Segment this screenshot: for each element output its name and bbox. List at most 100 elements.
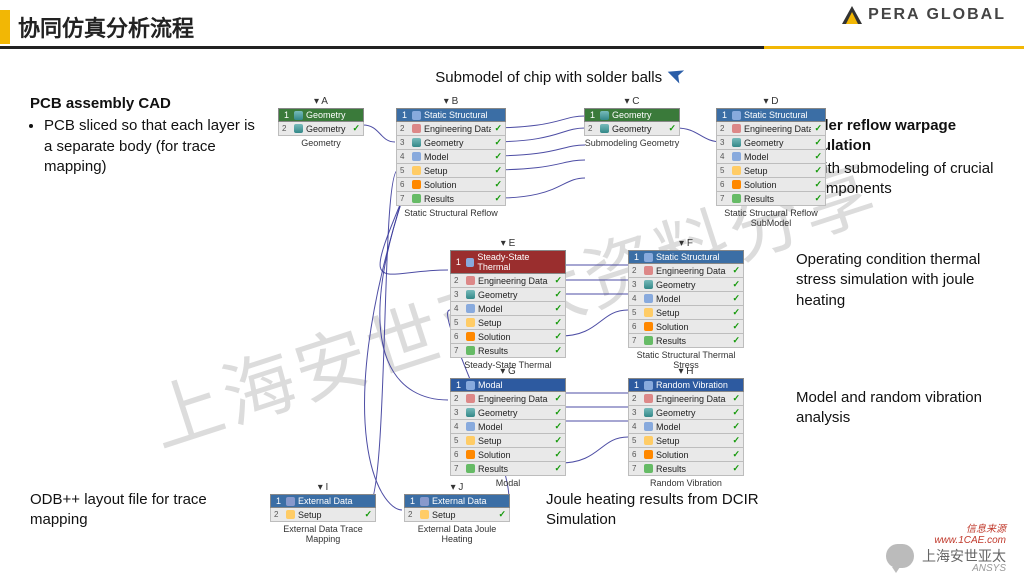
status-check-icon: ✓ bbox=[494, 179, 502, 190]
wb-header[interactable]: 1Static Structural bbox=[716, 108, 826, 122]
wb-header[interactable]: 1Random Vibration bbox=[628, 378, 744, 392]
cell-icon bbox=[644, 450, 653, 459]
wb-cell[interactable]: 3Geometry✓ bbox=[450, 406, 566, 420]
wb-cell[interactable]: 2Setup✓ bbox=[270, 508, 376, 522]
arrow-icon: ➤ bbox=[662, 58, 689, 92]
wb-cell[interactable]: 6Solution✓ bbox=[716, 178, 826, 192]
wb-cell[interactable]: 5Setup✓ bbox=[716, 164, 826, 178]
status-check-icon: ✓ bbox=[352, 123, 360, 134]
wb-cell[interactable]: 5Setup✓ bbox=[628, 434, 744, 448]
wb-caption: External Data Trace Mapping bbox=[270, 522, 376, 544]
cell-icon bbox=[420, 510, 429, 519]
wb-block-C[interactable]: ▾ C1Geometry2Geometry✓Submodeling Geomet… bbox=[584, 108, 680, 148]
wb-block-B[interactable]: ▾ B1Static Structural2Engineering Data✓3… bbox=[396, 108, 506, 218]
cell-icon bbox=[466, 332, 475, 341]
system-icon bbox=[294, 111, 303, 120]
wb-cell[interactable]: 4Model✓ bbox=[628, 292, 744, 306]
status-check-icon: ✓ bbox=[554, 317, 562, 328]
status-check-icon: ✓ bbox=[732, 293, 740, 304]
wb-cell[interactable]: 6Solution✓ bbox=[628, 320, 744, 334]
wb-cell-label: Setup bbox=[298, 510, 361, 520]
wb-col-letter: ▾ C bbox=[624, 96, 639, 107]
wb-caption: Random Vibration bbox=[628, 476, 744, 488]
wb-header[interactable]: 1Geometry bbox=[278, 108, 364, 122]
wb-header[interactable]: 1Modal bbox=[450, 378, 566, 392]
wb-cell[interactable]: 4Model✓ bbox=[628, 420, 744, 434]
status-check-icon: ✓ bbox=[814, 165, 822, 176]
wb-cell-label: Engineering Data bbox=[424, 124, 491, 134]
wb-header[interactable]: 1External Data bbox=[404, 494, 510, 508]
wb-block-J[interactable]: ▾ J1External Data2Setup✓External Data Jo… bbox=[404, 494, 510, 544]
wb-cell[interactable]: 7Results✓ bbox=[628, 334, 744, 348]
cell-icon bbox=[644, 266, 653, 275]
wb-cell[interactable]: 5Setup✓ bbox=[396, 164, 506, 178]
wb-cell[interactable]: 6Solution✓ bbox=[396, 178, 506, 192]
wb-block-E[interactable]: ▾ E1Steady-State Thermal2Engineering Dat… bbox=[450, 250, 566, 370]
wb-cell-label: Model bbox=[478, 304, 551, 314]
wb-cell[interactable]: 2Geometry✓ bbox=[584, 122, 680, 136]
status-check-icon: ✓ bbox=[554, 289, 562, 300]
wb-header-label: Geometry bbox=[306, 110, 346, 120]
wb-cell[interactable]: 7Results✓ bbox=[716, 192, 826, 206]
wb-cell[interactable]: 7Results✓ bbox=[450, 462, 566, 476]
wb-header[interactable]: 1Geometry bbox=[584, 108, 680, 122]
wb-cell[interactable]: 6Solution✓ bbox=[450, 330, 566, 344]
wb-cell[interactable]: 2Engineering Data✓ bbox=[628, 392, 744, 406]
wb-cell-label: Results bbox=[656, 336, 729, 346]
wb-cell[interactable]: 3Geometry✓ bbox=[450, 288, 566, 302]
wb-cell[interactable]: 6Solution✓ bbox=[450, 448, 566, 462]
wb-block-F[interactable]: ▾ F1Static Structural2Engineering Data✓3… bbox=[628, 250, 744, 370]
slide-title: 协同仿真分析流程 bbox=[18, 11, 194, 43]
wb-cell[interactable]: 3Geometry✓ bbox=[628, 278, 744, 292]
cell-icon bbox=[644, 408, 653, 417]
wb-header[interactable]: 1Steady-State Thermal bbox=[450, 250, 566, 274]
status-check-icon: ✓ bbox=[494, 137, 502, 148]
wb-cell[interactable]: 6Solution✓ bbox=[628, 448, 744, 462]
wb-block-H[interactable]: ▾ H1Random Vibration2Engineering Data✓3G… bbox=[628, 378, 744, 488]
cell-icon bbox=[732, 138, 741, 147]
wb-cell[interactable]: 7Results✓ bbox=[628, 462, 744, 476]
wb-cell[interactable]: 5Setup✓ bbox=[450, 316, 566, 330]
wb-cell[interactable]: 2Setup✓ bbox=[404, 508, 510, 522]
wb-cell[interactable]: 2Engineering Data✓ bbox=[396, 122, 506, 136]
wb-cell[interactable]: 3Geometry✓ bbox=[396, 136, 506, 150]
wb-cell-label: Setup bbox=[478, 318, 551, 328]
system-icon bbox=[286, 497, 295, 506]
wb-cell[interactable]: 4Model✓ bbox=[450, 302, 566, 316]
wb-block-G[interactable]: ▾ G1Modal2Engineering Data✓3Geometry✓4Mo… bbox=[450, 378, 566, 488]
wb-block-D[interactable]: ▾ D1Static Structural2Engineering Data✓3… bbox=[716, 108, 826, 228]
wb-cell[interactable]: 2Engineering Data✓ bbox=[450, 392, 566, 406]
cell-icon bbox=[644, 464, 653, 473]
wb-header[interactable]: 1Static Structural bbox=[628, 250, 744, 264]
wb-block-A[interactable]: ▾ A1Geometry2Geometry✓Geometry bbox=[278, 108, 364, 148]
cell-icon bbox=[466, 436, 475, 445]
wb-cell[interactable]: 2Geometry✓ bbox=[278, 122, 364, 136]
wb-cell-label: Model bbox=[656, 294, 729, 304]
wb-cell[interactable]: 7Results✓ bbox=[396, 192, 506, 206]
wb-cell[interactable]: 2Engineering Data✓ bbox=[716, 122, 826, 136]
wb-header[interactable]: 1Static Structural bbox=[396, 108, 506, 122]
wb-cell-label: Model bbox=[744, 152, 811, 162]
wb-header[interactable]: 1External Data bbox=[270, 494, 376, 508]
wb-cell[interactable]: 2Engineering Data✓ bbox=[628, 264, 744, 278]
wb-cell[interactable]: 7Results✓ bbox=[450, 344, 566, 358]
cell-icon bbox=[466, 346, 475, 355]
wb-cell[interactable]: 5Setup✓ bbox=[628, 306, 744, 320]
wb-cell[interactable]: 3Geometry✓ bbox=[716, 136, 826, 150]
cell-icon bbox=[286, 510, 295, 519]
cell-icon bbox=[732, 166, 741, 175]
wb-cell[interactable]: 3Geometry✓ bbox=[628, 406, 744, 420]
wb-header-label: Static Structural bbox=[424, 110, 488, 120]
annotation-odb: ODB++ layout file for trace mapping bbox=[30, 490, 240, 531]
cell-icon bbox=[466, 318, 475, 327]
wb-cell[interactable]: 2Engineering Data✓ bbox=[450, 274, 566, 288]
wb-cell[interactable]: 4Model✓ bbox=[716, 150, 826, 164]
cell-icon bbox=[466, 304, 475, 313]
title-bar: 协同仿真分析流程 bbox=[0, 10, 194, 44]
wb-block-I[interactable]: ▾ I1External Data2Setup✓External Data Tr… bbox=[270, 494, 376, 544]
wb-cell[interactable]: 4Model✓ bbox=[396, 150, 506, 164]
wb-cell[interactable]: 5Setup✓ bbox=[450, 434, 566, 448]
system-icon bbox=[466, 381, 475, 390]
wb-cell[interactable]: 4Model✓ bbox=[450, 420, 566, 434]
wb-col-letter: ▾ I bbox=[318, 482, 329, 493]
